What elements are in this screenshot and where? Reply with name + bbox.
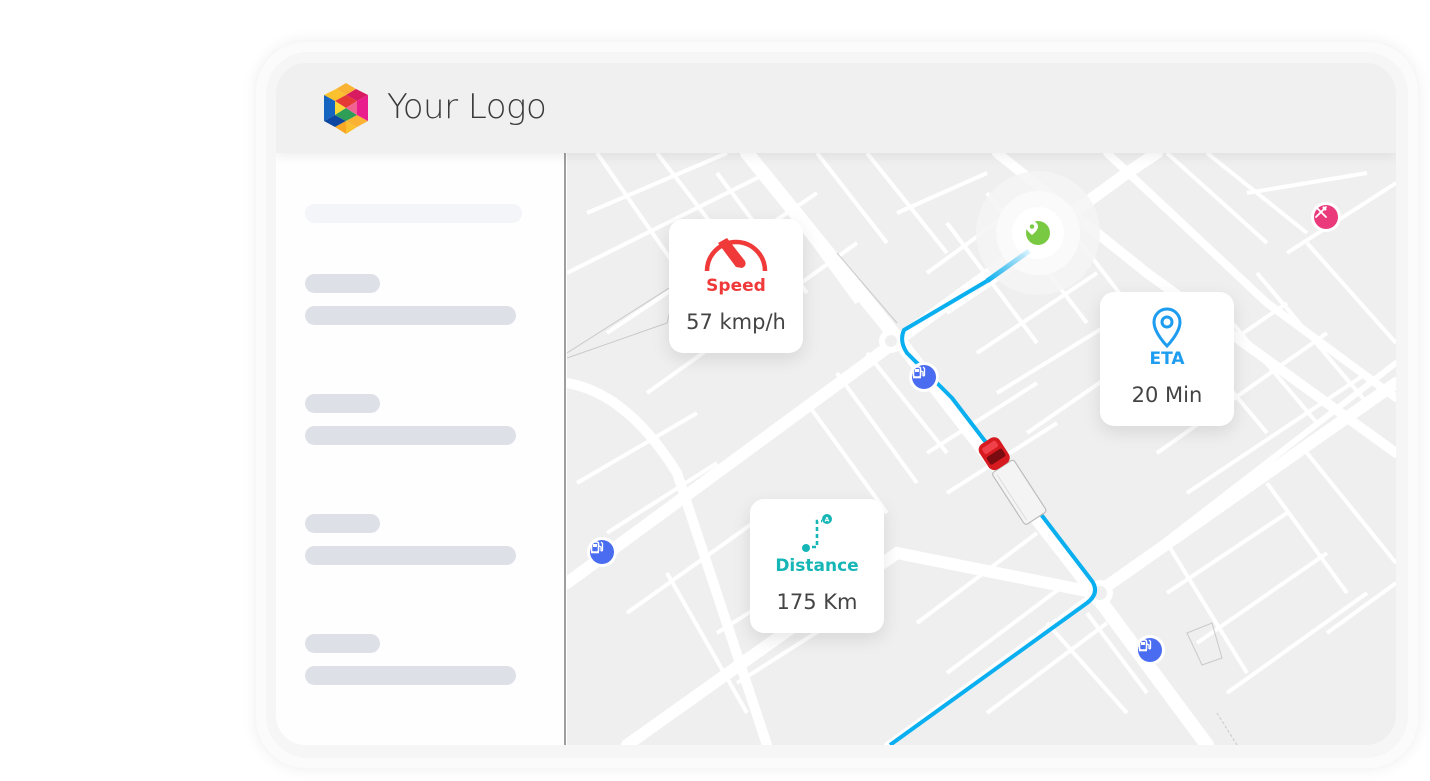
svg-text:A: A xyxy=(825,517,830,524)
list-item-subtitle-skeleton xyxy=(305,546,516,565)
hexagon-logo-icon xyxy=(324,83,368,134)
sidebar xyxy=(276,153,566,745)
fuel-pump-icon xyxy=(1138,638,1162,662)
logo-text: Your Logo xyxy=(387,87,547,127)
truck-icon[interactable] xyxy=(955,423,1065,533)
distance-card: A Distance 175 Km xyxy=(750,499,884,633)
list-item-title-skeleton xyxy=(305,634,380,653)
header: Your Logo xyxy=(276,63,1396,153)
fuel-station-marker[interactable] xyxy=(587,537,617,567)
speed-card: Speed 57 kmp/h xyxy=(669,219,803,353)
app-window: Your Logo Speed 57 kmp/h ETA 20 Min A Di… xyxy=(276,63,1396,745)
map-pin-icon xyxy=(1152,307,1182,349)
restaurant-marker[interactable] xyxy=(1311,202,1341,232)
list-item-subtitle-skeleton xyxy=(305,426,516,445)
distance-value: 175 Km xyxy=(776,590,858,614)
eta-card: ETA 20 Min xyxy=(1100,292,1234,426)
fuel-pump-icon xyxy=(590,540,614,564)
destination-marker[interactable] xyxy=(1023,218,1053,248)
list-item-title-skeleton xyxy=(305,514,380,533)
list-item-subtitle-skeleton xyxy=(305,666,516,685)
location-pin-icon xyxy=(1026,221,1050,245)
truck-trailer xyxy=(992,459,1047,525)
speed-label: Speed xyxy=(706,276,766,296)
eta-label: ETA xyxy=(1149,349,1185,369)
route-icon: A xyxy=(802,514,832,552)
fuel-station-marker[interactable] xyxy=(909,362,939,392)
list-item-title-skeleton xyxy=(305,394,380,413)
list-item-title-skeleton xyxy=(305,274,380,293)
distance-label: Distance xyxy=(775,556,859,576)
fuel-station-marker[interactable] xyxy=(1135,635,1165,665)
fork-knife-icon xyxy=(1314,205,1338,229)
speed-value: 57 kmp/h xyxy=(686,310,786,334)
eta-value: 20 Min xyxy=(1131,383,1203,407)
speedometer-icon xyxy=(704,238,768,272)
fuel-pump-icon xyxy=(912,365,936,389)
search-input-placeholder[interactable] xyxy=(305,204,522,223)
list-item-subtitle-skeleton xyxy=(305,306,516,325)
